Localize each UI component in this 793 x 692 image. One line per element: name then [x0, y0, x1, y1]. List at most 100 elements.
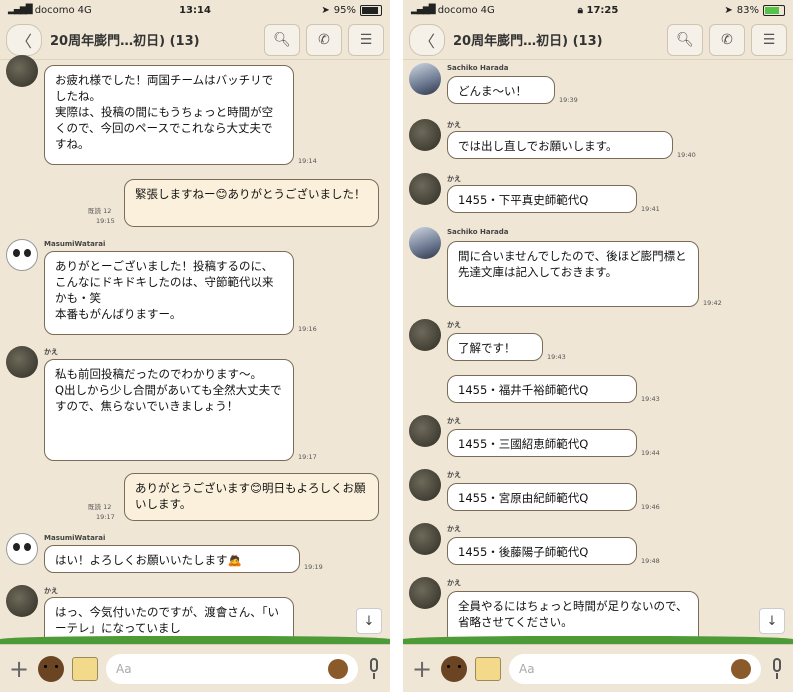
message-bubble[interactable]: どんま〜い！: [447, 76, 555, 104]
message-bubble-mine[interactable]: 緊張しますねー😊ありがとうございました！: [124, 179, 379, 227]
photo-icon[interactable]: [72, 656, 98, 681]
avatar[interactable]: [6, 533, 38, 565]
battery-percent: 83%: [736, 4, 760, 16]
avatar[interactable]: [409, 469, 441, 501]
carrier: docomo: [34, 4, 75, 16]
message-list[interactable]: Sachiko Harada どんま〜い！ 19:39 かえ では出し直しでお願…: [403, 61, 793, 645]
decorative-grass: [0, 636, 390, 644]
read-receipt: 既読 12: [88, 503, 112, 511]
status-bar: ▂▄▆█ docomo 4G 13:14 ➤ 95%: [0, 0, 390, 20]
avatar[interactable]: [6, 346, 38, 378]
avatar[interactable]: [409, 227, 441, 259]
location-icon: ➤: [321, 4, 330, 16]
message-time: 19:15: [96, 217, 115, 225]
avatar[interactable]: [409, 119, 441, 151]
avatar[interactable]: [409, 63, 441, 95]
chat-header: 〈 20周年膨門…初日) (13) 🔍︎ ✆ ☰: [0, 20, 390, 60]
lock-icon: 🔒︎: [577, 4, 583, 16]
avatar[interactable]: [6, 585, 38, 617]
back-button[interactable]: 〈: [409, 23, 445, 56]
message-bubble[interactable]: 私も前回投稿だったのでわかります〜。 Q出しから少し合間があいても全然大丈夫です…: [44, 359, 294, 461]
avatar[interactable]: [6, 239, 38, 271]
message-bubble[interactable]: 間に合いませんでしたので、後ほど膨門標と先達文庫は記入しておきます。: [447, 241, 699, 307]
message-time: 19:43: [641, 395, 660, 403]
scroll-down-button[interactable]: ↓: [356, 608, 382, 634]
avatar[interactable]: [409, 577, 441, 609]
sender-name: かえ: [447, 417, 461, 425]
signal-icon: ▂▄▆█: [411, 5, 436, 15]
photo-icon[interactable]: [475, 656, 501, 681]
battery-icon: [763, 4, 786, 16]
emoji-icon[interactable]: [731, 658, 751, 679]
sender-name: かえ: [447, 321, 461, 329]
back-button[interactable]: 〈: [6, 23, 42, 56]
message-bubble[interactable]: 1455・後藤陽子師範代Q: [447, 537, 637, 565]
message-time: 19:17: [96, 513, 115, 521]
menu-icon[interactable]: ☰: [348, 23, 384, 56]
sender-name: かえ: [447, 579, 461, 587]
input-bar: + Aa: [0, 644, 390, 692]
chat-header: 〈 20周年膨門…初日) (13) 🔍︎ ✆ ☰: [403, 20, 793, 60]
phone-call-icon[interactable]: ✆: [306, 23, 342, 56]
clock: 17:25: [586, 4, 619, 16]
menu-icon[interactable]: ☰: [751, 23, 787, 56]
decorative-grass: [403, 636, 793, 644]
microphone-icon[interactable]: [769, 657, 785, 680]
sender-name: Sachiko Harada: [447, 64, 509, 72]
search-icon[interactable]: 🔍︎: [667, 23, 703, 56]
message-time: 19:14: [298, 157, 317, 165]
message-bubble[interactable]: 1455・下平真史師範代Q: [447, 185, 637, 213]
sender-name: かえ: [447, 525, 461, 533]
input-bar: + Aa: [403, 644, 793, 692]
emoji-icon[interactable]: [328, 658, 348, 679]
network: 4G: [77, 4, 92, 16]
message-time: 19:48: [641, 557, 660, 565]
clock: 13:14: [179, 4, 211, 16]
message-bubble[interactable]: はい！よろしくお願いいたします🙇: [44, 545, 300, 573]
sender-name: かえ: [44, 587, 58, 595]
message-time: 19:42: [703, 299, 722, 307]
chat-title: 20周年膨門…初日) (13): [453, 34, 603, 49]
scroll-down-button[interactable]: ↓: [759, 608, 785, 634]
sender-name: かえ: [44, 348, 58, 356]
message-time: 19:44: [641, 449, 660, 457]
message-bubble[interactable]: 1455・福井千裕師範代Q: [447, 375, 637, 403]
location-icon: ➤: [724, 4, 733, 16]
message-bubble[interactable]: 了解です！: [447, 333, 543, 361]
message-bubble[interactable]: ありがとーございました！投稿するのに、こんなにドキドキしたのは、守節範代以来かも…: [44, 251, 294, 335]
message-bubble[interactable]: お疲れ様でした！両国チームはバッチリでしたね。 実際は、投稿の間にもうちょっと時…: [44, 65, 294, 165]
avatar[interactable]: [409, 173, 441, 205]
left-chat-screen: ▂▄▆█ docomo 4G 13:14 ➤ 95% 〈 20周年膨門…初日) …: [0, 0, 390, 692]
avatar[interactable]: [6, 55, 38, 87]
avatar[interactable]: [409, 319, 441, 351]
message-input[interactable]: Aa: [509, 653, 761, 684]
message-bubble-mine[interactable]: ありがとうございます😊明日もよろしくお願いします。: [124, 473, 379, 521]
sticker-icon[interactable]: [38, 655, 64, 682]
microphone-icon[interactable]: [366, 657, 382, 680]
plus-icon[interactable]: +: [411, 655, 433, 683]
read-receipt: 既読 12: [88, 207, 112, 215]
message-bubble[interactable]: 1455・三國紹恵師範代Q: [447, 429, 637, 457]
sender-name: かえ: [447, 175, 461, 183]
plus-icon[interactable]: +: [8, 655, 30, 683]
message-time: 19:40: [677, 151, 696, 159]
right-chat-screen: ▂▄▆█ docomo 4G 🔒︎ 17:25 ➤ 83% 〈 20周年膨門…初…: [403, 0, 793, 692]
sender-name: Sachiko Harada: [447, 228, 509, 236]
sticker-icon[interactable]: [441, 655, 467, 682]
message-bubble[interactable]: では出し直しでお願いします。: [447, 131, 673, 159]
phone-call-icon[interactable]: ✆: [709, 23, 745, 56]
sender-name: かえ: [447, 471, 461, 479]
sender-name: MasumiWatarai: [44, 240, 106, 248]
message-bubble[interactable]: 1455・宮原由紀師範代Q: [447, 483, 637, 511]
signal-icon: ▂▄▆█: [8, 5, 33, 15]
chat-title: 20周年膨門…初日) (13): [50, 34, 200, 49]
carrier: docomo: [437, 4, 478, 16]
message-input[interactable]: Aa: [106, 653, 358, 684]
search-icon[interactable]: 🔍︎: [264, 23, 300, 56]
sender-name: MasumiWatarai: [44, 534, 106, 542]
avatar[interactable]: [409, 415, 441, 447]
avatar[interactable]: [409, 523, 441, 555]
sender-name: かえ: [447, 121, 461, 129]
battery-percent: 95%: [333, 4, 357, 16]
message-list[interactable]: お疲れ様でした！両国チームはバッチリでしたね。 実際は、投稿の間にもうちょっと時…: [0, 55, 390, 653]
